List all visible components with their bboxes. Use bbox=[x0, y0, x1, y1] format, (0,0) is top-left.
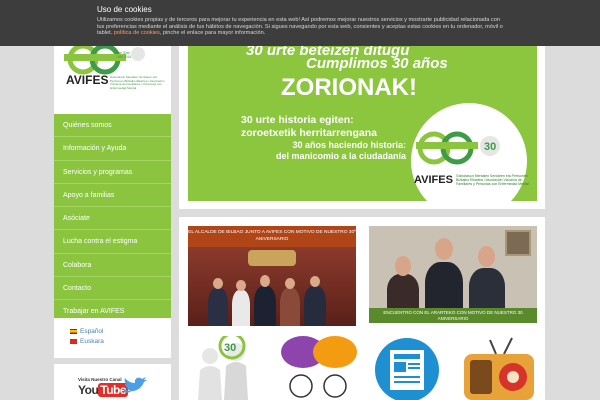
person-head-shape bbox=[213, 278, 223, 289]
person-shape bbox=[425, 262, 463, 314]
person-shape bbox=[254, 286, 276, 326]
logo-years: Urte 30ak 1986-2016 bbox=[116, 51, 132, 59]
cookie-policy-link[interactable]: política de cookies bbox=[114, 30, 160, 36]
person-head-shape bbox=[260, 275, 270, 287]
nav-item-estigma[interactable]: Lucha contra el estigma bbox=[54, 230, 171, 254]
hero-line-spanish: Cumplimos 30 años bbox=[306, 55, 448, 72]
person-shape bbox=[280, 288, 300, 326]
nav-item-contacto[interactable]: Contacto bbox=[54, 277, 171, 301]
tile-participa[interactable] bbox=[279, 336, 359, 400]
lang-euskara[interactable]: Euskara bbox=[70, 336, 171, 346]
cookie-text: Utilizamos cookies propias y de terceros… bbox=[97, 17, 507, 37]
lang-espanol-label: Español bbox=[80, 327, 104, 335]
hero-subtitle-spanish: 30 años haciendo historia: del manicomio… bbox=[276, 140, 406, 161]
youtube-label: Visita Nuestro Canal bbox=[78, 377, 122, 382]
logo-name: AVIFES bbox=[66, 73, 109, 87]
sidebar-nav: Quiénes somos Información y Ayuda Servic… bbox=[54, 114, 171, 324]
news-photo-mayor[interactable]: EL ALCALDE DE BILBAO JUNTO A AVIFES CON … bbox=[188, 226, 356, 326]
person-shape bbox=[208, 288, 228, 326]
hero-avifes-logo-icon: 30 bbox=[416, 131, 500, 165]
nav-item-apoyo[interactable]: Apoyo a familias bbox=[54, 184, 171, 208]
svg-text:30: 30 bbox=[224, 342, 236, 354]
person-head-shape bbox=[435, 238, 453, 260]
lang-euskara-label: Euskara bbox=[80, 337, 104, 345]
cookie-banner: Uso de cookies Utilizamos cookies propia… bbox=[0, 0, 600, 46]
svg-text:30: 30 bbox=[484, 141, 496, 153]
person-shape bbox=[232, 290, 250, 326]
hero-subtitle-basque: 30 urte historia egiten: zoroetxetik her… bbox=[241, 114, 377, 140]
person-head-shape bbox=[236, 280, 246, 291]
news-caption-ararteko: ENCUENTRO CON EL ARARTEKO CON MOTIVO DE … bbox=[369, 308, 537, 323]
nav-item-asociate[interactable]: Asóciate bbox=[54, 207, 171, 231]
person-head-shape bbox=[310, 276, 320, 287]
nav-item-quienes-somos[interactable]: Quiénes somos bbox=[54, 114, 171, 138]
nav-item-colabora[interactable]: Colabora bbox=[54, 254, 171, 278]
person-head-shape bbox=[285, 278, 295, 289]
twitter-bird-icon bbox=[124, 377, 147, 393]
cookie-text-end: , pinche el enlace para mayor informació… bbox=[159, 30, 266, 37]
hero-subtitle-spanish-a: 30 años haciendo historia: bbox=[292, 140, 407, 150]
person-head-shape bbox=[478, 246, 495, 267]
person-head-shape bbox=[395, 256, 411, 276]
tile-30-anos[interactable]: 30 bbox=[188, 336, 268, 400]
hero-logo-tagline: Gaixotasun Mentalen Senideen eta Pertson… bbox=[456, 174, 529, 186]
hero-subtitle-basque-b: zoroetxetik herritarrengana bbox=[241, 127, 377, 139]
youtube-logo: You Tube bbox=[78, 383, 129, 397]
basque-flag-icon bbox=[70, 338, 77, 344]
person-shape bbox=[304, 286, 326, 326]
news-caption-mayor: EL ALCALDE DE BILBAO JUNTO A AVIFES CON … bbox=[188, 226, 356, 247]
newspaper-icon bbox=[375, 338, 439, 400]
nav-item-servicios[interactable]: Servicios y programas bbox=[54, 161, 171, 184]
nav-item-informacion[interactable]: Información y Ayuda bbox=[54, 137, 171, 161]
chandelier-shape bbox=[248, 250, 296, 266]
hero-subtitle-basque-a: 30 urte historia egiten: bbox=[241, 114, 354, 126]
people-30-icon: 30 bbox=[198, 336, 248, 400]
spain-flag-icon bbox=[70, 328, 77, 334]
radio-icon bbox=[464, 337, 534, 400]
hero-banner[interactable]: 30 urte beteizen ditugu Cumplimos 30 año… bbox=[188, 46, 537, 201]
wall-painting-shape bbox=[505, 230, 531, 256]
hero-subtitle-spanish-b: del manicomio a la ciudadanía bbox=[276, 150, 407, 161]
lang-espanol[interactable]: Español bbox=[70, 326, 171, 336]
site-logo[interactable]: AVIFES Urte 30ak 1986-2016 Gaixotasun Me… bbox=[54, 46, 171, 114]
hero-title: ZORIONAK! bbox=[281, 74, 417, 101]
logo-tagline: Gaixotasun Mentalen Senideen eta Pertson… bbox=[110, 75, 165, 90]
cookie-title: Uso de cookies bbox=[97, 5, 152, 14]
tile-noticias[interactable] bbox=[370, 336, 444, 400]
speech-bubbles-icon bbox=[281, 336, 357, 398]
news-photo-ararteko[interactable]: ENCUENTRO CON EL ARARTEKO CON MOTIVO DE … bbox=[369, 226, 537, 323]
youtube-you: You bbox=[78, 383, 99, 397]
tile-radio[interactable] bbox=[460, 336, 538, 400]
youtube-channel-banner[interactable]: Visita Nuestro Canal You Tube bbox=[54, 364, 171, 400]
hero-logo-name: AVIFES bbox=[414, 174, 453, 186]
language-selector: Español Euskara bbox=[54, 318, 171, 358]
